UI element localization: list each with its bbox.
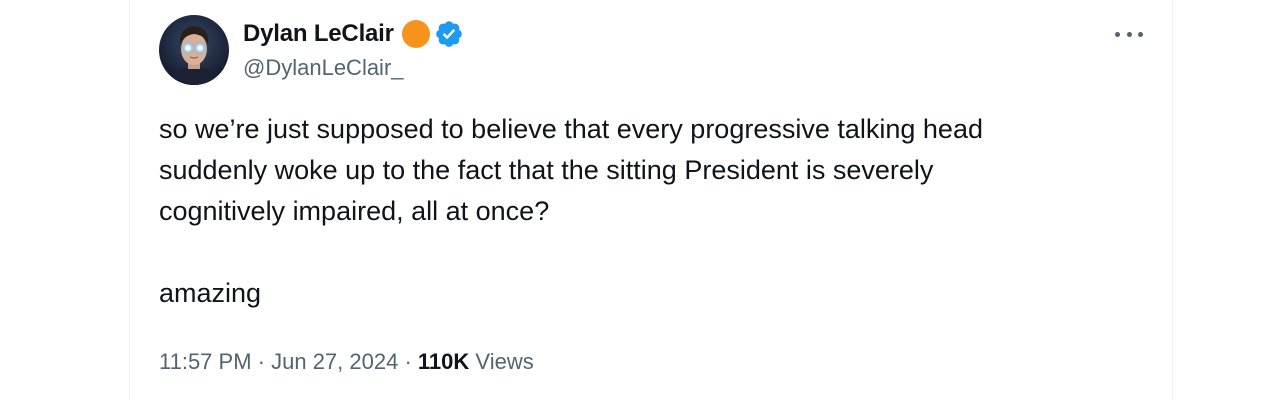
more-dot xyxy=(1138,31,1143,37)
tweet-text: so we’re just supposed to believe that e… xyxy=(159,109,1119,314)
author-display-name[interactable]: Dylan LeClair xyxy=(243,20,394,48)
tweet-date[interactable]: Jun 27, 2024 xyxy=(271,349,398,374)
meta-separator: · xyxy=(251,349,272,374)
tweet-paragraph: amazing xyxy=(159,278,262,308)
avatar[interactable] xyxy=(159,15,229,85)
tweet-time[interactable]: 11:57 PM xyxy=(159,349,252,374)
views-count: 110K xyxy=(417,349,470,374)
tweet-card: Dylan LeClair @DylanLeClair_ so we’re ju… xyxy=(129,0,1173,400)
more-dot xyxy=(1126,31,1132,37)
author-name-row: Dylan LeClair xyxy=(243,17,464,51)
avatar-image xyxy=(159,15,229,85)
author-handle[interactable]: @DylanLeClair_ xyxy=(243,55,404,81)
verified-badge-icon[interactable] xyxy=(434,19,464,49)
more-horizontal-icon[interactable] xyxy=(1115,24,1143,44)
tweet-paragraph: so we’re just supposed to believe that e… xyxy=(159,114,983,226)
views-label: Views xyxy=(475,349,534,374)
more-dot xyxy=(1115,31,1120,37)
meta-separator: · xyxy=(398,349,418,374)
verified-badge-svg xyxy=(435,21,462,47)
tweet-meta: 11:57 PM · Jun 27, 2024 · 110K Views xyxy=(159,349,534,375)
orange-circle-badge-icon xyxy=(401,20,430,48)
